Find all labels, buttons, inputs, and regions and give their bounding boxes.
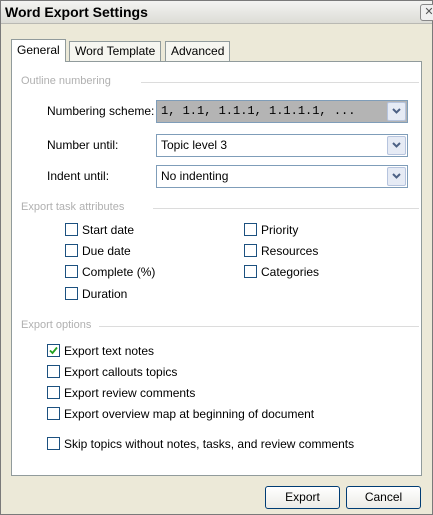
tab-general[interactable]: General	[11, 39, 66, 62]
checkbox-export-callouts[interactable]: Export callouts topics	[47, 365, 177, 379]
section-export-options: Export options	[21, 319, 92, 331]
checkbox-duration[interactable]: Duration	[65, 287, 127, 301]
checkbox-box[interactable]	[244, 223, 257, 236]
checkbox-box[interactable]	[47, 407, 60, 420]
checkbox-complete[interactable]: Complete (%)	[65, 265, 155, 279]
checkbox-export-text-notes[interactable]: Export text notes	[47, 344, 154, 358]
number-until-label: Number until:	[47, 138, 119, 152]
checkbox-label: Skip topics without notes, tasks, and re…	[64, 437, 355, 451]
section-task-attributes: Export task attributes	[21, 201, 125, 213]
checkbox-resources[interactable]: Resources	[244, 244, 318, 258]
checkbox-label: Export review comments	[64, 386, 196, 400]
checkbox-skip-topics[interactable]: Skip topics without notes, tasks, and re…	[47, 437, 354, 451]
checkmark-icon	[49, 346, 58, 355]
section-divider	[153, 208, 419, 209]
title-bar: Word Export Settings ✕	[1, 1, 433, 24]
dialog-title: Word Export Settings	[5, 4, 148, 20]
checkbox-label: Export callouts topics	[64, 365, 178, 379]
chevron-down-icon[interactable]	[387, 136, 406, 155]
cancel-button[interactable]: Cancel	[346, 486, 421, 509]
checkbox-label: Categories	[261, 265, 320, 279]
checkbox-label: Duration	[82, 287, 128, 301]
number-until-select[interactable]: Topic level 3	[156, 134, 408, 157]
checkbox-label: Start date	[82, 223, 135, 237]
checkbox-box[interactable]	[244, 265, 257, 278]
checkbox-start-date[interactable]: Start date	[65, 223, 134, 237]
checkbox-due-date[interactable]: Due date	[65, 244, 131, 258]
section-divider	[141, 82, 419, 83]
checkbox-label: Complete (%)	[82, 265, 156, 279]
numbering-scheme-value: 1, 1.1, 1.1.1, 1.1.1.1, ...	[161, 104, 356, 118]
indent-until-select[interactable]: No indenting	[156, 165, 408, 188]
checkbox-label: Export text notes	[64, 344, 155, 358]
section-divider	[99, 326, 419, 327]
number-until-value: Topic level 3	[161, 138, 228, 152]
checkbox-box[interactable]	[65, 244, 78, 257]
checkbox-export-overview-map[interactable]: Export overview map at beginning of docu…	[47, 407, 314, 421]
export-button[interactable]: Export	[265, 486, 340, 509]
checkbox-categories[interactable]: Categories	[244, 265, 319, 279]
checkbox-label: Due date	[82, 244, 131, 258]
checkbox-box[interactable]	[47, 386, 60, 399]
checkbox-box[interactable]	[47, 344, 60, 357]
checkbox-box[interactable]	[65, 223, 78, 236]
checkbox-box[interactable]	[65, 287, 78, 300]
checkbox-label: Export overview map at beginning of docu…	[64, 407, 315, 421]
checkbox-box[interactable]	[244, 244, 257, 257]
checkbox-priority[interactable]: Priority	[244, 223, 298, 237]
chevron-down-icon[interactable]	[387, 167, 406, 186]
indent-until-label: Indent until:	[47, 169, 110, 183]
chevron-down-icon[interactable]	[387, 102, 406, 121]
tab-advanced[interactable]: Advanced	[165, 41, 231, 61]
checkbox-box[interactable]	[65, 265, 78, 278]
checkbox-label: Resources	[261, 244, 319, 258]
checkbox-box[interactable]	[47, 437, 60, 450]
numbering-scheme-select[interactable]: 1, 1.1, 1.1.1, 1.1.1.1, ...	[156, 100, 408, 123]
numbering-scheme-label: Numbering scheme:	[47, 104, 155, 118]
tab-word-template[interactable]: Word Template	[69, 41, 162, 61]
dialog-window: Word Export Settings ✕ General Word Temp…	[0, 0, 433, 515]
indent-until-value: No indenting	[161, 169, 229, 183]
checkbox-box[interactable]	[47, 365, 60, 378]
section-outline-numbering: Outline numbering	[21, 75, 111, 87]
checkbox-export-review-comments[interactable]: Export review comments	[47, 386, 195, 400]
checkbox-label: Priority	[261, 223, 299, 237]
close-icon[interactable]: ✕	[420, 4, 433, 21]
